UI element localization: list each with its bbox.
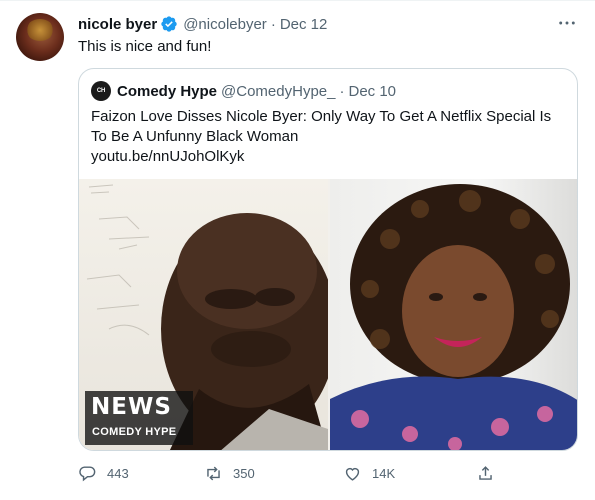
retweet-count: 350 [233, 465, 255, 481]
verified-icon [160, 15, 178, 33]
avatar[interactable] [16, 13, 64, 61]
separator-dot: · [270, 15, 276, 33]
quoted-tweet-header: CH Comedy Hype @ComedyHype_ · Dec 10 [91, 81, 396, 101]
quoted-link: youtu.be/nnUJohOlKyk [91, 148, 245, 165]
reply-icon [79, 465, 96, 481]
like-count: 14K [372, 465, 396, 481]
photo-right [330, 179, 577, 450]
tweet-text: This is nice and fun! [78, 38, 212, 55]
quoted-headline: Faizon Love Disses Nicole Byer: Only Way… [91, 108, 552, 145]
retweet-icon [207, 466, 220, 480]
more-icon[interactable] [557, 15, 577, 31]
tweet-header: nicole byer @nicolebyer · Dec 12 [78, 14, 327, 34]
reply-button[interactable]: 443 [78, 461, 129, 485]
news-badge-title: NEWS [91, 394, 172, 420]
author-handle[interactable]: @nicolebyer [183, 16, 267, 33]
quoted-avatar: CH [91, 81, 111, 101]
quoted-separator-dot: · [339, 82, 345, 100]
share-button[interactable] [476, 461, 505, 485]
reply-count: 443 [107, 465, 129, 481]
quoted-tweet[interactable]: CH Comedy Hype @ComedyHype_ · Dec 10 Fai… [78, 68, 578, 451]
tweet-actions: 443 350 14K [72, 461, 512, 485]
quoted-tweet-text: Faizon Love Disses Nicole Byer: Only Way… [91, 107, 567, 167]
tweet[interactable]: nicole byer @nicolebyer · Dec 12 This is… [0, 0, 595, 500]
retweet-button[interactable]: 350 [204, 461, 255, 485]
media-preview[interactable]: NEWS COMEDY HYPE [79, 179, 577, 450]
quoted-avatar-text: CH [96, 88, 106, 94]
photo-left: NEWS COMEDY HYPE [79, 179, 328, 450]
quoted-author-name: Comedy Hype [117, 82, 218, 100]
share-icon [479, 465, 492, 480]
like-button[interactable]: 14K [343, 461, 395, 485]
author-name[interactable]: nicole byer [78, 16, 157, 33]
like-icon [345, 467, 360, 481]
news-badge: NEWS COMEDY HYPE [85, 391, 193, 445]
news-badge-subtitle: COMEDY HYPE [92, 426, 177, 438]
quoted-tweet-date: Dec 10 [348, 82, 397, 100]
quoted-author-handle: @ComedyHype_ [221, 82, 336, 100]
tweet-date[interactable]: Dec 12 [280, 16, 328, 33]
